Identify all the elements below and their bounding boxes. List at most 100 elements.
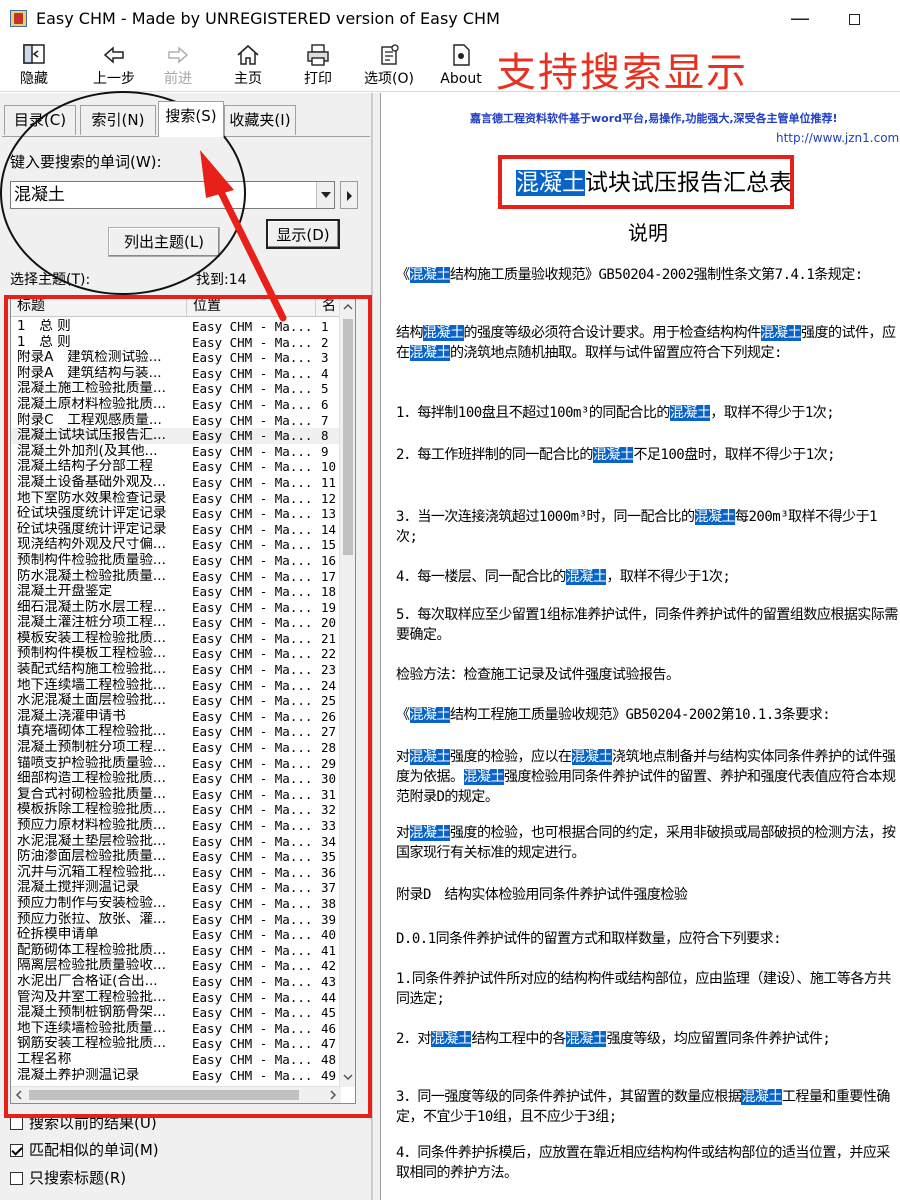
match-similar-checkbox[interactable] [10, 1144, 23, 1157]
result-row[interactable]: 预制构件模板工程检验... Easy CHM - Ma... 22 [11, 646, 341, 662]
titles-only-option[interactable]: 只搜索标题(R) [10, 1168, 126, 1188]
scroll-up-icon[interactable] [340, 299, 356, 315]
result-row[interactable]: 管沟及井室工程检验批... Easy CHM - Ma... 44 [11, 990, 341, 1006]
about-button[interactable]: About [436, 40, 486, 90]
result-row[interactable]: 隔离层检验批质量验收... Easy CHM - Ma... 42 [11, 958, 341, 974]
maximize-button[interactable] [834, 4, 874, 32]
result-row[interactable]: 现浇结构外观及尺寸偏... Easy CHM - Ma... 15 [11, 537, 341, 553]
result-row[interactable]: 混凝土试块试压报告汇... Easy CHM - Ma... 8 [11, 428, 341, 444]
search-input[interactable]: 混凝土 [10, 181, 335, 209]
options-button[interactable]: 选项(O) [360, 40, 418, 90]
result-row[interactable]: 混凝土外加剂(及其他... Easy CHM - Ma... 9 [11, 444, 341, 460]
print-button[interactable]: 打印 [296, 40, 340, 90]
result-row[interactable]: 水泥混凝土面层检验批... Easy CHM - Ma... 25 [11, 693, 341, 709]
hide-button[interactable]: 隐藏 [12, 40, 56, 90]
scroll-right-icon[interactable] [325, 1087, 341, 1103]
tab-index[interactable]: 索引(N) [80, 105, 156, 135]
search-options-arrow-button[interactable] [340, 181, 358, 209]
result-row[interactable]: 1 总 则 Easy CHM - Ma... 2 [11, 335, 341, 351]
result-rank: 13 [321, 506, 337, 522]
result-row[interactable]: 填充墙砌体工程检验批... Easy CHM - Ma... 27 [11, 724, 341, 740]
result-location: Easy CHM - Ma... [192, 350, 313, 366]
results-list[interactable]: 标题 位置 名 1 总 则 Easy CHM - Ma... 1 1 总 则 Easy … [10, 296, 356, 1104]
horizontal-scroll-thumb[interactable] [29, 1090, 299, 1100]
result-row[interactable]: 混凝土养护测温记录 Easy CHM - Ma... 49 [11, 1068, 341, 1084]
result-row[interactable]: 配筋砌体工程检验批质... Easy CHM - Ma... 41 [11, 943, 341, 959]
result-row[interactable]: 混凝土结构子分部工程 Easy CHM - Ma... 10 [11, 459, 341, 475]
result-rank: 35 [321, 849, 337, 865]
dropdown-arrow-icon[interactable] [316, 182, 334, 208]
result-row[interactable]: 水泥混凝土垫层检验批... Easy CHM - Ma... 34 [11, 834, 341, 850]
scroll-left-icon[interactable] [11, 1087, 27, 1103]
result-location: Easy CHM - Ma... [192, 818, 313, 833]
result-row[interactable]: 砼试块强度统计评定记录 Easy CHM - Ma... 13 [11, 506, 341, 522]
result-row[interactable]: 砼试块强度统计评定记录 Easy CHM - Ma... 14 [11, 522, 341, 538]
result-title: 砼拆模申请单 [17, 927, 99, 943]
display-button[interactable]: 显示(D) [266, 219, 340, 249]
result-row[interactable]: 工程名称 Easy CHM - Ma... 48 [11, 1052, 341, 1068]
result-row[interactable]: 附录A 建筑结构与装... Easy CHM - Ma... 4 [11, 366, 341, 382]
result-row[interactable]: 细石混凝土防水层工程... Easy CHM - Ma... 19 [11, 600, 341, 616]
document-paragraph: 2．每工作班拌制的同一配合比的混凝土不足100盘时，取样不得少于1次; [396, 445, 898, 465]
minimize-button[interactable]: — [780, 4, 820, 32]
result-row[interactable]: 沉井与沉箱工程检验批... Easy CHM - Ma... 36 [11, 865, 341, 881]
vertical-scrollbar[interactable] [339, 297, 355, 1087]
forward-button[interactable]: 前进 [156, 40, 200, 90]
match-similar-option[interactable]: 匹配相似的单词(M) [10, 1140, 159, 1160]
tab-favorites[interactable]: 收藏夹(I) [224, 105, 296, 135]
search-previous-option[interactable]: 搜索以前的结果(U) [10, 1113, 157, 1133]
result-row[interactable]: 预应力原材料检验批质... Easy CHM - Ma... 33 [11, 818, 341, 834]
result-row[interactable]: 水泥出厂合格证(合出... Easy CHM - Ma... 43 [11, 974, 341, 990]
result-row[interactable]: 混凝土设备基础外观及... Easy CHM - Ma... 11 [11, 475, 341, 491]
vertical-scroll-thumb[interactable] [343, 319, 353, 555]
result-row[interactable]: 细部构造工程检验批质... Easy CHM - Ma... 30 [11, 771, 341, 787]
result-row[interactable]: 装配式结构施工检验批... Easy CHM - Ma... 23 [11, 662, 341, 678]
result-title: 混凝土养护测温记录 [17, 1067, 140, 1083]
result-row[interactable]: 附录A 建筑检测试验... Easy CHM - Ma... 3 [11, 350, 341, 366]
result-row[interactable]: 预应力制作与安装检验... Easy CHM - Ma... 38 [11, 896, 341, 912]
result-row[interactable]: 附录C 工程观感质量... Easy CHM - Ma... 7 [11, 413, 341, 429]
result-location: Easy CHM - Ma... [192, 895, 313, 911]
search-previous-checkbox[interactable] [10, 1117, 23, 1130]
result-row[interactable]: 防油渗面层检验批质量... Easy CHM - Ma... 35 [11, 849, 341, 865]
result-row[interactable]: 预制构件检验批质量验... Easy CHM - Ma... 16 [11, 553, 341, 569]
result-row[interactable]: 混凝土开盘鉴定 Easy CHM - Ma... 18 [11, 584, 341, 600]
result-row[interactable]: 混凝土预制桩钢筋骨架... Easy CHM - Ma... 45 [11, 1005, 341, 1021]
result-title: 预制构件检验批质量验... [17, 552, 166, 568]
result-row[interactable]: 预应力张拉、放张、灌... Easy CHM - Ma... 39 [11, 912, 341, 928]
result-row[interactable]: 混凝土灌注桩分项工程... Easy CHM - Ma... 20 [11, 615, 341, 631]
result-row[interactable]: 地下室防水效果检查记录 Easy CHM - Ma... 12 [11, 491, 341, 507]
ad-url-link[interactable]: http://www.jzn1.com [776, 131, 899, 145]
result-title: 模板拆除工程检验批质... [17, 802, 166, 818]
result-row[interactable]: 地下连续墙工程检验批... Easy CHM - Ma... 24 [11, 678, 341, 694]
result-title: 混凝土预制桩钢筋骨架... [17, 1005, 166, 1021]
result-row[interactable]: 复合式衬砌检验批质量... Easy CHM - Ma... 31 [11, 787, 341, 803]
result-row[interactable]: 防水混凝土检验批质量... Easy CHM - Ma... 17 [11, 569, 341, 585]
tab-contents[interactable]: 目录(C) [4, 105, 76, 135]
header-location[interactable]: 位置 [187, 297, 316, 317]
result-row[interactable]: 钢筋安装工程检验批质... Easy CHM - Ma... 47 [11, 1036, 341, 1052]
result-row[interactable]: 混凝土施工检验批质量... Easy CHM - Ma... 5 [11, 381, 341, 397]
back-button[interactable]: 上一步 [88, 40, 140, 90]
result-row[interactable]: 砼拆模申请单 Easy CHM - Ma... 40 [11, 927, 341, 943]
header-title[interactable]: 标题 [11, 297, 187, 317]
result-row[interactable]: 混凝土原材料检验批质... Easy CHM - Ma... 6 [11, 397, 341, 413]
result-row[interactable]: 混凝土搅拌测温记录 Easy CHM - Ma... 37 [11, 880, 341, 896]
result-row[interactable]: 混凝土预制桩分项工程... Easy CHM - Ma... 28 [11, 740, 341, 756]
result-row[interactable]: 模板安装工程检验批质... Easy CHM - Ma... 21 [11, 631, 341, 647]
scroll-down-icon[interactable] [340, 1069, 356, 1085]
result-row[interactable]: 锚喷支护检验批质量验... Easy CHM - Ma... 29 [11, 756, 341, 772]
result-row[interactable]: 1 总 则 Easy CHM - Ma... 1 [11, 319, 341, 335]
pane-splitter[interactable] [372, 93, 381, 1200]
titles-only-checkbox[interactable] [10, 1172, 23, 1185]
list-topics-button[interactable]: 列出主题(L) [108, 227, 220, 257]
result-row[interactable]: 混凝土浇灌申请书 Easy CHM - Ma... 26 [11, 709, 341, 725]
result-location: Easy CHM - Ma... [192, 771, 313, 787]
home-button[interactable]: 主页 [226, 40, 270, 90]
result-row[interactable]: 模板拆除工程检验批质... Easy CHM - Ma... 32 [11, 802, 341, 818]
result-title: 砼试块强度统计评定记录 [17, 521, 167, 537]
result-row[interactable]: 地下连续墙检验批质量... Easy CHM - Ma... 46 [11, 1021, 341, 1037]
header-rank[interactable]: 名 [316, 297, 341, 317]
horizontal-scrollbar[interactable] [11, 1086, 341, 1103]
tab-search[interactable]: 搜索(S) [158, 101, 224, 137]
